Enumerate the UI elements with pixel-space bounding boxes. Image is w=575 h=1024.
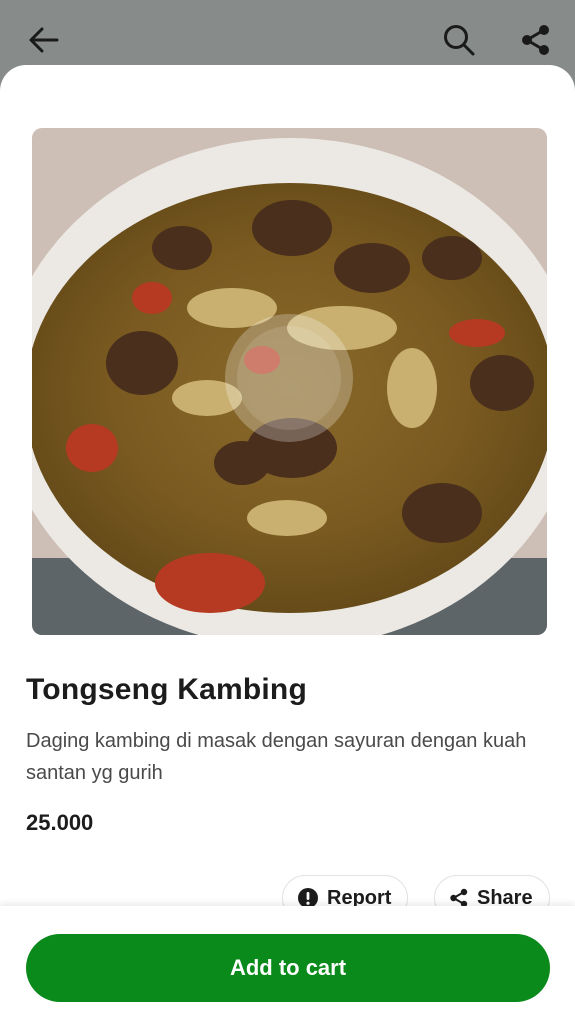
product-price: 25.000 <box>26 810 94 835</box>
top-app-bar <box>0 0 575 70</box>
share-icon <box>522 25 549 55</box>
share-icon <box>449 888 469 908</box>
product-title: Tongseng Kambing <box>26 673 307 706</box>
product-detail-sheet: Tongseng Kambing Daging kambing di masak… <box>0 65 575 1024</box>
product-description: Daging kambing di masak dengan sayuran d… <box>26 730 527 784</box>
share-button-top[interactable] <box>514 18 558 62</box>
search-icon <box>444 25 475 56</box>
back-button[interactable] <box>22 18 66 62</box>
bottom-action-bar: Add to cart <box>0 906 575 1024</box>
add-to-cart-button[interactable]: Add to cart <box>26 934 550 1002</box>
product-image <box>32 128 547 635</box>
arrow-left-icon <box>29 27 59 53</box>
search-button[interactable] <box>437 18 481 62</box>
